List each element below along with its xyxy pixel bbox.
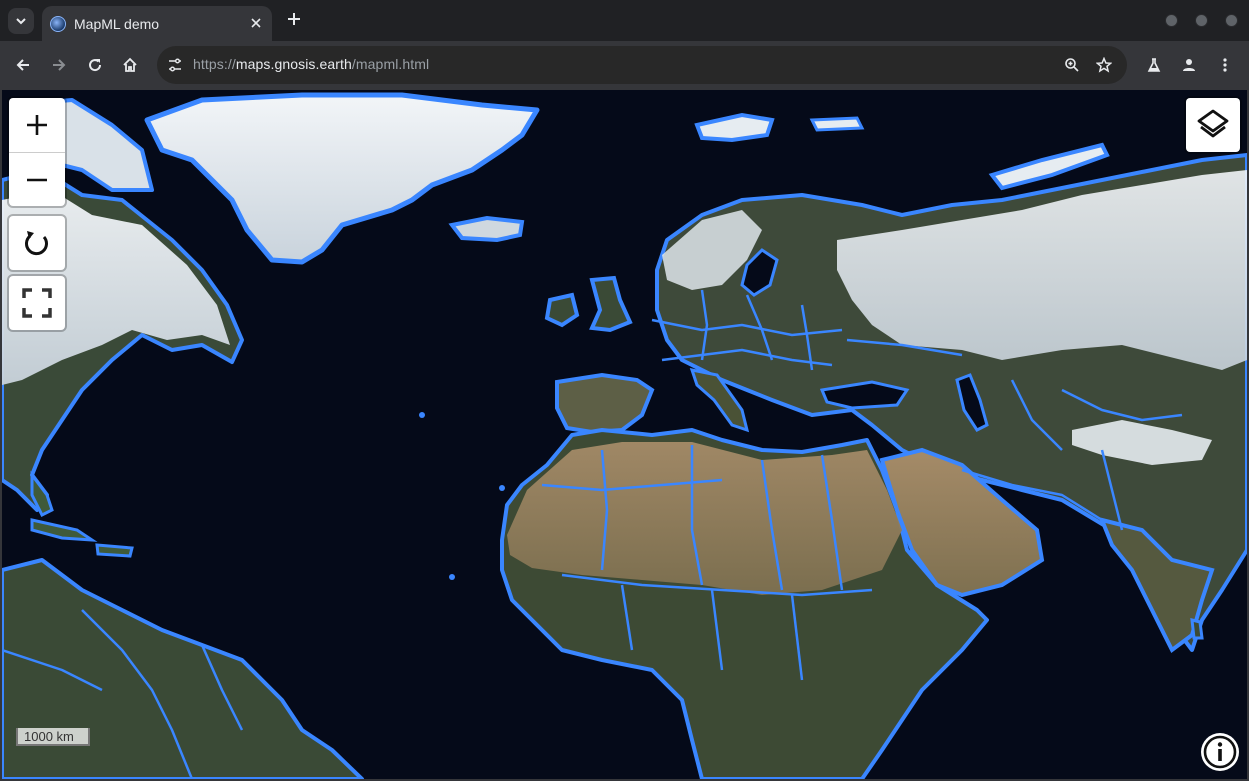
- info-icon: [1203, 735, 1237, 769]
- url-text: https://maps.gnosis.earth/mapml.html: [193, 56, 429, 72]
- canary-islands: [499, 485, 505, 491]
- arrow-left-icon: [16, 59, 29, 71]
- hispaniola: [95, 543, 134, 558]
- layers-button[interactable]: [1186, 98, 1240, 152]
- fullscreen-control: [9, 276, 65, 330]
- tab-close-button[interactable]: [246, 15, 266, 33]
- plus-icon: [27, 115, 47, 135]
- minus-icon: [27, 178, 47, 181]
- sri-lanka: [1190, 618, 1204, 640]
- scale-bar: 1000 km: [16, 728, 90, 746]
- zoom-icon: [1065, 58, 1079, 72]
- reload-button[interactable]: [83, 53, 107, 77]
- azores: [419, 412, 425, 418]
- reload-icon: [89, 59, 102, 72]
- browser-menu-button[interactable]: [1213, 53, 1237, 77]
- zoom-controls: [9, 98, 65, 206]
- attribution-button[interactable]: [1201, 733, 1239, 771]
- fullscreen-icon: [22, 288, 52, 318]
- url-path: /mapml.html: [351, 56, 430, 72]
- home-icon: [123, 57, 137, 72]
- cape-verde: [449, 574, 455, 580]
- flask-icon: [1147, 58, 1161, 72]
- tab-title: MapML demo: [74, 15, 160, 32]
- zoom-out-button[interactable]: [9, 152, 65, 206]
- zoom-in-button[interactable]: [9, 98, 65, 152]
- chevron-down-icon: [16, 18, 26, 25]
- map-canvas[interactable]: [2, 90, 1247, 779]
- browser-toolbar: https://maps.gnosis.earth/mapml.html: [0, 41, 1249, 90]
- star-icon: [1096, 57, 1112, 73]
- map-viewer[interactable]: 1000 km: [2, 90, 1247, 779]
- tab-mapml-demo[interactable]: MapML demo: [42, 6, 272, 41]
- bookmark-button[interactable]: [1092, 53, 1116, 77]
- browser-window: MapML demo https://maps.gnosis.earth/map…: [0, 0, 1249, 781]
- url-host: maps.gnosis.earth: [235, 56, 352, 72]
- reload-icon: [25, 231, 48, 256]
- sahara-desert: [507, 442, 902, 595]
- profile-button[interactable]: [1177, 53, 1201, 77]
- person-icon: [1183, 59, 1195, 71]
- new-tab-button[interactable]: [283, 9, 305, 31]
- iceland: [448, 215, 525, 243]
- labs-button[interactable]: [1142, 53, 1166, 77]
- tab-search-button[interactable]: [8, 8, 34, 34]
- close-icon: [251, 17, 261, 28]
- globe-favicon-icon: [50, 15, 66, 32]
- address-bar[interactable]: https://maps.gnosis.earth/mapml.html: [157, 46, 1127, 84]
- tab-strip: MapML demo: [0, 0, 1249, 41]
- reload-control: [9, 216, 65, 270]
- window-close-button[interactable]: [1225, 14, 1238, 27]
- tune-icon[interactable]: [167, 57, 183, 73]
- url-scheme: https://: [193, 56, 236, 72]
- map-reload-button[interactable]: [9, 216, 65, 270]
- zoom-button[interactable]: [1060, 53, 1084, 77]
- kebab-menu-icon: [1223, 58, 1227, 72]
- layers-icon: [1197, 109, 1229, 138]
- fullscreen-button[interactable]: [9, 276, 65, 330]
- franz-josef: [809, 116, 865, 132]
- window-maximize-button[interactable]: [1195, 14, 1208, 27]
- home-button[interactable]: [118, 53, 142, 77]
- arrow-right-icon: [53, 59, 66, 71]
- forward-button[interactable]: [47, 53, 71, 77]
- back-button[interactable]: [11, 53, 35, 77]
- plus-icon: [288, 13, 300, 25]
- window-minimize-button[interactable]: [1165, 14, 1178, 27]
